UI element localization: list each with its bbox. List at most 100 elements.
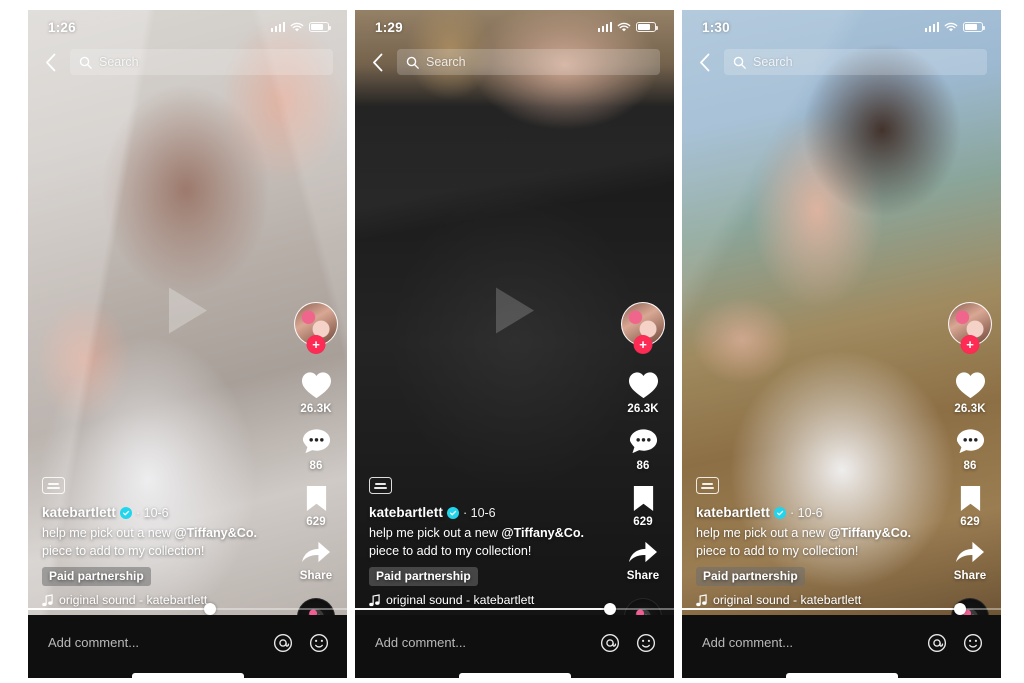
progress-knob[interactable] — [953, 603, 966, 615]
share-label: Share — [299, 570, 333, 582]
share-button[interactable]: Share — [300, 540, 332, 582]
search-input[interactable]: Search — [724, 49, 987, 75]
share-arrow-icon — [956, 541, 984, 563]
back-chevron-icon[interactable] — [692, 50, 716, 74]
comment-bar-2[interactable]: Add comment... — [355, 615, 674, 678]
profile-avatar-button[interactable]: + — [621, 302, 665, 354]
post-date: · 10-6 — [789, 505, 823, 520]
comment-bar-icons — [273, 633, 329, 653]
share-button[interactable]: Share — [627, 540, 659, 582]
back-chevron-icon[interactable] — [38, 50, 62, 74]
comment-button[interactable]: 86 — [628, 427, 659, 472]
like-button[interactable]: 26.3K — [300, 370, 333, 415]
caption-mention[interactable]: @Tiffany&Co. — [828, 526, 911, 540]
progress-fill — [355, 608, 611, 610]
action-rail-2: + 26.3K 86 629 Share — [615, 302, 671, 615]
paid-partnership-badge[interactable]: Paid partnership — [369, 567, 478, 586]
phone-mockup-1: 1:26 Search + 26.3K 86 629 Share katebar… — [28, 10, 347, 678]
profile-avatar-button[interactable]: + — [948, 302, 992, 354]
search-placeholder: Search — [426, 55, 466, 69]
video-stage-2[interactable]: 1:29 Search + 26.3K 86 629 Share katebar… — [355, 10, 674, 615]
bookmark-button[interactable]: 629 — [631, 484, 656, 528]
closed-caption-icon[interactable] — [42, 477, 65, 495]
heart-icon — [301, 372, 331, 399]
progress-knob[interactable] — [604, 603, 617, 615]
closed-caption-icon[interactable] — [696, 477, 719, 495]
caption-mention[interactable]: @Tiffany&Co. — [501, 526, 584, 540]
phone-mockup-2: 1:29 Search + 26.3K 86 629 Share katebar… — [355, 10, 674, 678]
follow-button[interactable]: + — [306, 335, 326, 354]
search-placeholder: Search — [753, 55, 793, 69]
caption-before: help me pick out a new — [42, 526, 175, 541]
video-stage-3[interactable]: 1:30 Search + 26.3K 86 629 Share katebar… — [682, 10, 1001, 615]
caption-mention[interactable]: @Tiffany&Co. — [174, 526, 257, 540]
comment-button[interactable]: 86 — [301, 427, 332, 472]
search-input[interactable]: Search — [397, 49, 660, 75]
comment-bar-3[interactable]: Add comment... — [682, 615, 1001, 678]
comment-bar-1[interactable]: Add comment... — [28, 615, 347, 678]
comment-bar-icons — [600, 633, 656, 653]
comment-bubble-icon — [956, 429, 984, 454]
emoji-smiley-icon[interactable] — [309, 633, 329, 653]
author-row[interactable]: katebartlett · 10-6 — [696, 505, 932, 520]
caption-block-1: katebartlett · 10-6 help me pick out a n… — [42, 477, 278, 607]
caption-after: piece to add to my collection! — [369, 544, 532, 559]
screenshot-canvas: 1:26 Search + 26.3K 86 629 Share katebar… — [0, 0, 1024, 683]
play-icon[interactable] — [165, 284, 211, 341]
author-row[interactable]: katebartlett · 10-6 — [42, 505, 278, 520]
share-button[interactable]: Share — [954, 540, 986, 582]
share-label: Share — [626, 570, 660, 582]
progress-knob[interactable] — [203, 603, 216, 615]
video-progress-bar-3[interactable] — [682, 601, 1001, 615]
comment-bar-icons — [927, 633, 983, 653]
bookmark-button[interactable]: 629 — [304, 484, 329, 528]
search-icon — [733, 56, 746, 69]
emoji-smiley-icon[interactable] — [636, 633, 656, 653]
mention-at-icon[interactable] — [927, 633, 947, 653]
cellular-signal-icon — [924, 22, 939, 32]
bookmark-button[interactable]: 629 — [958, 484, 983, 528]
back-chevron-icon[interactable] — [365, 50, 389, 74]
follow-button[interactable]: + — [960, 335, 980, 354]
battery-icon — [636, 22, 658, 32]
paid-partnership-badge[interactable]: Paid partnership — [696, 567, 805, 586]
video-progress-bar-2[interactable] — [355, 601, 674, 615]
video-progress-bar-1[interactable] — [28, 601, 347, 615]
cellular-signal-icon — [270, 22, 285, 32]
share-label: Share — [953, 570, 987, 582]
heart-icon — [628, 372, 658, 399]
mention-at-icon[interactable] — [273, 633, 293, 653]
comment-input[interactable]: Add comment... — [375, 635, 600, 650]
comment-button[interactable]: 86 — [955, 427, 986, 472]
profile-avatar-button[interactable]: + — [294, 302, 338, 354]
follow-button[interactable]: + — [633, 335, 653, 354]
caption-block-2: katebartlett · 10-6 help me pick out a n… — [369, 477, 605, 607]
author-name: katebartlett — [696, 505, 770, 521]
paid-partnership-badge[interactable]: Paid partnership — [42, 567, 151, 586]
author-row[interactable]: katebartlett · 10-6 — [369, 505, 605, 520]
closed-caption-icon[interactable] — [369, 477, 392, 495]
search-input[interactable]: Search — [70, 49, 333, 75]
caption-text: help me pick out a new @Tiffany&Co. piec… — [369, 525, 605, 561]
play-icon[interactable] — [492, 284, 538, 341]
progress-fill — [28, 608, 210, 610]
author-name: katebartlett — [369, 505, 443, 521]
comment-count: 86 — [963, 460, 977, 472]
heart-icon — [955, 372, 985, 399]
status-time: 1:29 — [375, 19, 403, 35]
status-icons — [597, 22, 658, 33]
status-time: 1:30 — [702, 19, 730, 35]
mention-at-icon[interactable] — [600, 633, 620, 653]
comment-input[interactable]: Add comment... — [48, 635, 273, 650]
like-button[interactable]: 26.3K — [627, 370, 660, 415]
status-icons — [270, 22, 331, 33]
caption-before: help me pick out a new — [369, 526, 502, 541]
bookmark-count: 629 — [306, 516, 326, 528]
comment-input[interactable]: Add comment... — [702, 635, 927, 650]
post-date: · 10-6 — [135, 505, 169, 520]
caption-text: help me pick out a new @Tiffany&Co. piec… — [696, 525, 932, 561]
like-button[interactable]: 26.3K — [954, 370, 987, 415]
emoji-smiley-icon[interactable] — [963, 633, 983, 653]
bookmark-icon — [960, 486, 980, 511]
video-stage-1[interactable]: 1:26 Search + 26.3K 86 629 Share katebar… — [28, 10, 347, 615]
